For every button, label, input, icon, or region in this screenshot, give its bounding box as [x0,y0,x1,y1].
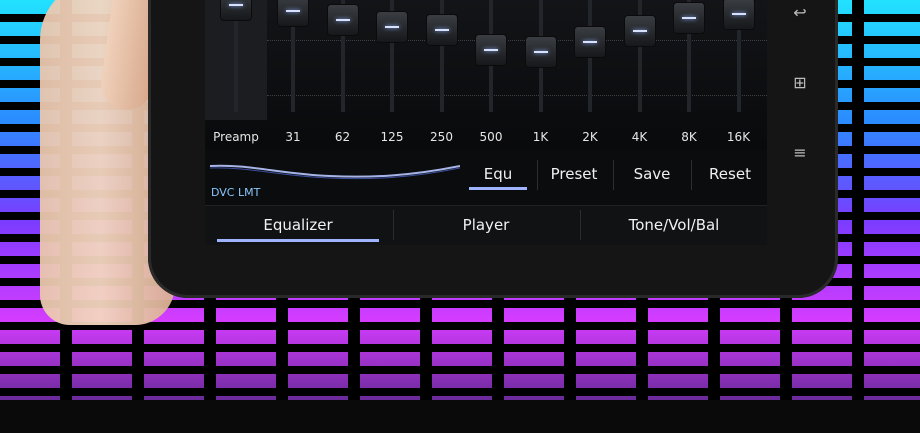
preamp-label: Preamp [213,130,259,144]
band-label: 62 [334,130,351,144]
band-knob[interactable] [624,15,655,46]
band-label: 4K [631,130,648,144]
band-label: 500 [479,130,503,144]
equ-button[interactable]: Equ [463,156,533,192]
back-icon[interactable]: ↩ [790,3,810,23]
app-screen: Preamp 31 62 125 250 500 1K 2K 4K 8K 16K DVC LMT … [205,0,767,245]
preset-button[interactable]: Preset [539,156,609,192]
bottom-band [0,400,920,433]
menu-icon[interactable]: ≡ [790,143,810,163]
preamp-slider-box [205,0,267,120]
band-knob[interactable] [575,26,605,57]
eq-curve [210,164,460,180]
reset-button[interactable]: Reset [695,156,765,192]
band-knob[interactable] [476,34,506,65]
band-knob[interactable] [525,37,556,68]
divider [613,160,614,190]
band-label: 125 [380,130,404,144]
band-knob[interactable] [426,14,457,45]
dvc-label: DVC LMT [211,186,261,199]
save-button[interactable]: Save [617,156,687,192]
tab-equalizer[interactable]: Equalizer [205,205,391,244]
home-grid-icon[interactable]: ⊞ [790,73,810,93]
band-label: 1K [532,130,549,144]
tab-player[interactable]: Player [393,205,579,244]
divider [537,160,538,190]
tab-tone-vol-bal[interactable]: Tone/Vol/Bal [581,205,767,244]
band-label: 16K [726,130,751,144]
band-label: 2K [582,130,598,144]
band-knob[interactable] [327,4,358,35]
band-label: 8K [681,130,697,144]
scene: ↩ ⊞ ≡ Preamp 31 62 125 250 500 1K 2K 4K 8K 16K DV… [0,0,920,433]
band-knob[interactable] [723,0,754,29]
band-knob[interactable] [377,12,407,43]
divider [691,160,692,190]
band-knob[interactable] [674,3,704,34]
preamp-knob[interactable] [221,0,251,20]
band-knob[interactable] [278,0,308,26]
band-label: 250 [430,130,453,144]
band-label: 31 [285,130,301,144]
